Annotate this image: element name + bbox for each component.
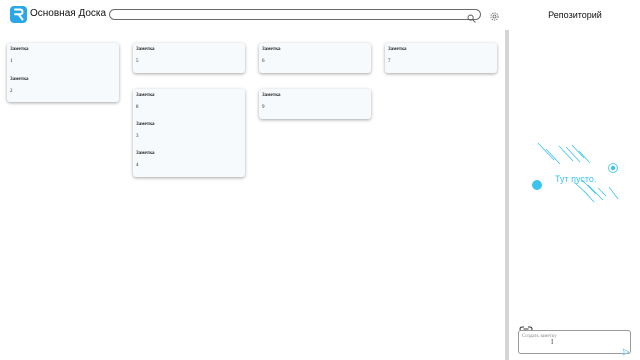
- note[interactable]: Заметка 6: [262, 47, 281, 64]
- note-card[interactable]: Заметка 7: [385, 43, 497, 73]
- note-card[interactable]: Заметка 1 Заметка 2: [7, 43, 119, 102]
- empty-illustration-icon: [532, 142, 619, 203]
- note-title: Заметка: [262, 47, 281, 52]
- note-title: Заметка: [10, 77, 29, 82]
- logo-icon: [10, 6, 27, 23]
- note-title: Заметка: [136, 151, 155, 156]
- board: Заметка 1 Заметка 2 Заметка 5 Заметка 6 …: [0, 30, 505, 360]
- create-note-input[interactable]: Создать заметку I: [518, 330, 631, 354]
- note[interactable]: Заметка 7: [388, 47, 407, 64]
- note-title: Заметка: [10, 47, 29, 52]
- note-text: 6: [262, 59, 265, 64]
- note-text: 5: [136, 59, 139, 64]
- text-cursor-icon: I: [551, 338, 554, 346]
- repository-panel: Репозиторий Тут пусто. Создать заметку I: [510, 0, 640, 360]
- board-scrollbar[interactable]: [505, 30, 509, 360]
- note[interactable]: Заметка 9: [262, 93, 281, 110]
- note-text: 8: [136, 105, 139, 110]
- note-title: Заметка: [136, 93, 155, 98]
- note-text: 9: [262, 105, 265, 110]
- send-icon[interactable]: [622, 343, 630, 360]
- note-card[interactable]: Заметка 6: [259, 43, 371, 73]
- note-card[interactable]: Заметка 8 Заметка 3 Заметка 4: [133, 89, 245, 177]
- note[interactable]: Заметка 2: [10, 77, 29, 94]
- note-title: Заметка: [136, 47, 155, 52]
- empty-state-text: Тут пусто.: [555, 174, 597, 184]
- app-window: Основная Доска Заметка 1 Заметка 2 Замет…: [0, 0, 640, 360]
- note[interactable]: Заметка 3: [136, 122, 155, 139]
- repository-title: Репозиторий: [548, 10, 602, 20]
- note-text: 2: [10, 89, 13, 94]
- note-title: Заметка: [136, 122, 155, 127]
- search-icon[interactable]: [467, 10, 476, 28]
- note[interactable]: Заметка 4: [136, 151, 155, 168]
- note-card[interactable]: Заметка 5: [133, 43, 245, 73]
- note[interactable]: Заметка 8: [136, 93, 155, 110]
- note-text: 1: [10, 59, 13, 64]
- scrollbar-thumb[interactable]: [505, 30, 509, 360]
- note-text: 3: [136, 134, 139, 139]
- note[interactable]: Заметка 5: [136, 47, 155, 64]
- note-title: Заметка: [388, 47, 407, 52]
- note[interactable]: Заметка 1: [10, 47, 29, 64]
- note-text: 7: [388, 59, 391, 64]
- note-text: 4: [136, 163, 139, 168]
- search-input[interactable]: [109, 9, 481, 23]
- app-title: Основная Доска: [30, 8, 107, 19]
- note-title: Заметка: [262, 93, 281, 98]
- gear-icon[interactable]: [489, 9, 500, 27]
- note-card[interactable]: Заметка 9: [259, 89, 371, 119]
